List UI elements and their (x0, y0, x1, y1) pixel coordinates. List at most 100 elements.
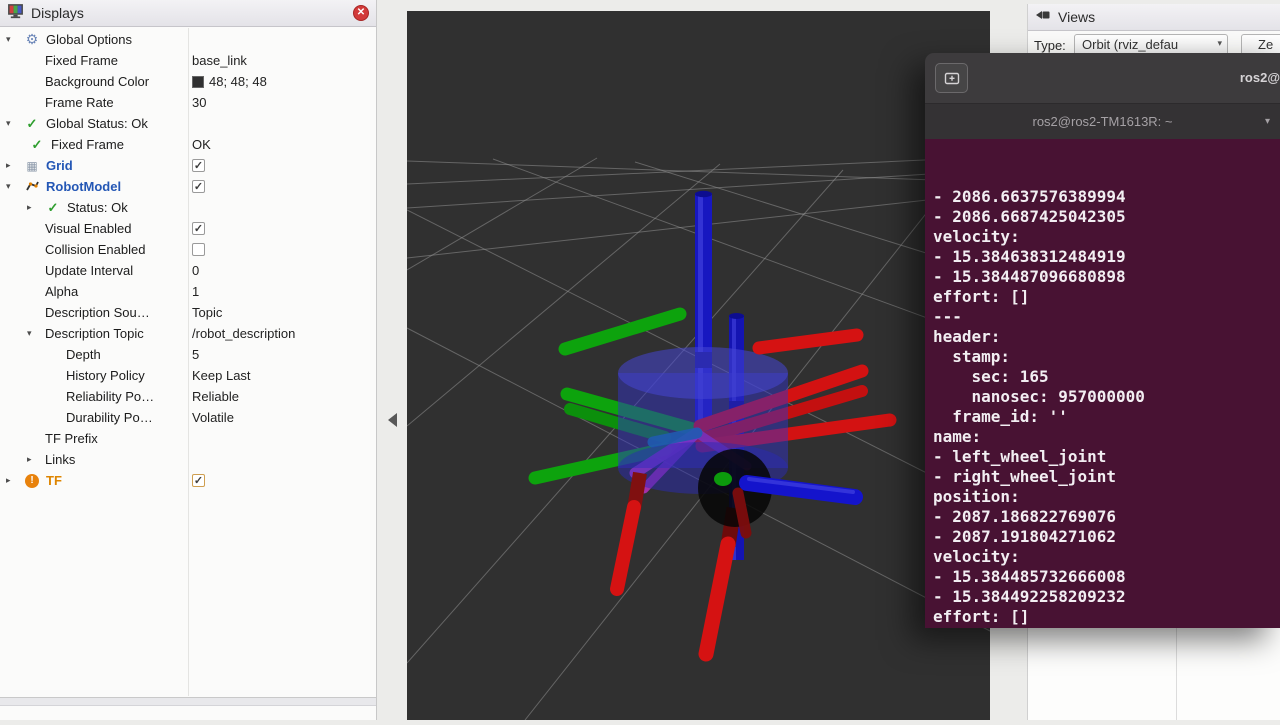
close-icon[interactable]: ✕ (353, 5, 369, 21)
display-property-row[interactable]: ▾ RobotModel ✓ (0, 176, 375, 197)
property-value[interactable]: Topic (192, 305, 222, 320)
display-property-row[interactable]: ▾Description Topic/robot_description (0, 323, 375, 344)
terminal-line: effort: [] (933, 607, 1280, 627)
display-property-row[interactable]: ▸Links (0, 449, 375, 470)
display-property-row[interactable]: Frame Rate30 (0, 92, 375, 113)
checkbox[interactable] (192, 243, 205, 256)
display-icon: ⚙ (22, 31, 42, 48)
viewport-scene (407, 11, 990, 720)
views-panel-icon (1035, 8, 1051, 26)
display-property-row[interactable]: Background Color 48; 48; 48 (0, 71, 375, 92)
property-label: Status: Ok (65, 200, 128, 215)
checkbox[interactable]: ✓ (192, 159, 205, 172)
terminal-line: - 2087.191804271062 (933, 527, 1280, 547)
property-label: Global Options (44, 32, 132, 47)
property-label: Visual Enabled (43, 221, 132, 236)
property-label: Collision Enabled (43, 242, 145, 257)
expander-icon[interactable]: ▸ (27, 202, 43, 213)
display-property-row[interactable]: ▸▦Grid✓ (0, 155, 375, 176)
display-property-row[interactable]: ▸ ✓ Status: Ok (0, 197, 375, 218)
display-property-row[interactable]: Visual Enabled ✓ (0, 218, 375, 239)
property-label: Global Status: Ok (44, 116, 148, 131)
zero-button-label: Ze (1258, 37, 1273, 52)
terminal-line: - 15.384485732666008 (933, 567, 1280, 587)
property-label: RobotModel (44, 179, 121, 194)
property-value[interactable]: Keep Last (192, 368, 251, 383)
display-icon: ! (22, 474, 42, 488)
display-property-row[interactable]: ✓Fixed FrameOK (0, 134, 375, 155)
terminal-tab-title: ros2@ros2-TM1613R: ~ (1033, 114, 1173, 129)
property-label: TF (44, 473, 62, 488)
property-label: Alpha (43, 284, 78, 299)
terminal-tab-bar[interactable]: ros2@ros2-TM1613R: ~ ▾ (925, 103, 1280, 139)
property-label: History Policy (64, 368, 145, 383)
display-property-row[interactable]: Collision Enabled (0, 239, 375, 260)
property-value[interactable]: Volatile (192, 410, 234, 425)
terminal-output[interactable]: - 2086.6637576389994- 2086.6687425042305… (925, 139, 1280, 628)
display-icon: ✓ (22, 116, 42, 132)
display-property-row[interactable]: ▸! TF ✓ (0, 470, 375, 491)
display-property-row[interactable]: Alpha 1 (0, 281, 375, 302)
expander-icon[interactable]: ▾ (6, 34, 22, 45)
new-tab-icon (944, 70, 960, 86)
terminal-line: - left_wheel_joint (933, 447, 1280, 467)
display-property-row[interactable]: Depth5 (0, 344, 375, 365)
displays-tree: ▾⚙Global OptionsFixed Framebase_linkBack… (0, 29, 375, 491)
expander-icon[interactable]: ▸ (6, 160, 22, 171)
terminal-line: - 2086.6637576389994 (933, 187, 1280, 207)
checkbox[interactable]: ✓ (192, 222, 205, 235)
property-value[interactable]: /robot_description (192, 326, 295, 341)
checkbox[interactable]: ✓ (192, 474, 205, 487)
terminal-line: effort: [] (933, 287, 1280, 307)
terminal-line: --- (933, 307, 1280, 327)
terminal-header[interactable]: ros2@ (925, 53, 1280, 103)
expander-icon[interactable]: ▾ (6, 118, 22, 129)
color-swatch[interactable] (192, 76, 204, 88)
property-value[interactable]: base_link (192, 53, 247, 68)
display-property-row[interactable]: Update Interval0 (0, 260, 375, 281)
terminal-line: frame_id: '' (933, 407, 1280, 427)
expander-icon[interactable]: ▾ (6, 181, 22, 192)
display-property-row[interactable]: Fixed Frame base_link (0, 50, 375, 71)
display-property-row[interactable]: ▾⚙Global Options (0, 29, 375, 50)
property-label: Fixed Frame (49, 137, 124, 152)
property-value[interactable]: OK (192, 137, 211, 152)
property-value[interactable]: 0 (192, 263, 199, 278)
property-value[interactable]: Reliable (192, 389, 239, 404)
property-value[interactable]: 30 (192, 95, 206, 110)
display-property-row[interactable]: History Policy Keep Last (0, 365, 375, 386)
terminal-window[interactable]: ros2@ ros2@ros2-TM1613R: ~ ▾ - 2086.6637… (925, 53, 1280, 628)
display-property-row[interactable]: TF Prefix (0, 428, 375, 449)
chevron-down-icon: ▾ (1217, 38, 1222, 49)
terminal-line: stamp: (933, 347, 1280, 367)
chevron-down-icon[interactable]: ▾ (1265, 116, 1270, 127)
property-label: Fixed Frame (43, 53, 118, 68)
property-label: Description Topic (43, 326, 144, 341)
terminal-line: name: (933, 427, 1280, 447)
display-icon: ▦ (22, 159, 42, 173)
terminal-line: - 15.384492258209232 (933, 587, 1280, 607)
expander-icon[interactable]: ▸ (27, 454, 43, 465)
warning-icon: ! (25, 474, 39, 488)
view-type-value: Orbit (rviz_defau (1082, 37, 1178, 52)
display-property-row[interactable]: Durability Po…Volatile (0, 407, 375, 428)
display-property-row[interactable]: Description Sou…Topic (0, 302, 375, 323)
terminal-line: --- (933, 627, 1280, 628)
property-label: Background Color (43, 74, 149, 89)
panel-splitter[interactable] (0, 697, 376, 706)
terminal-line: - 2086.6687425042305 (933, 207, 1280, 227)
new-tab-button[interactable] (935, 63, 968, 93)
property-value[interactable]: 48; 48; 48 (209, 74, 267, 89)
checkbox[interactable]: ✓ (192, 180, 205, 193)
expander-icon[interactable]: ▸ (6, 475, 22, 486)
panel-collapse-icon[interactable] (388, 413, 397, 427)
display-property-row[interactable]: ▾ ✓ Global Status: Ok (0, 113, 375, 134)
status-ok-check-icon: ✓ (27, 116, 38, 132)
property-value[interactable]: 1 (192, 284, 199, 299)
status-ok-check-icon: ✓ (48, 200, 59, 216)
expander-icon[interactable]: ▾ (27, 328, 43, 339)
property-value[interactable]: 5 (192, 347, 199, 362)
display-property-row[interactable]: Reliability Po…Reliable (0, 386, 375, 407)
render-viewport-3d[interactable] (407, 11, 990, 720)
displays-panel-title: Displays (31, 5, 84, 21)
